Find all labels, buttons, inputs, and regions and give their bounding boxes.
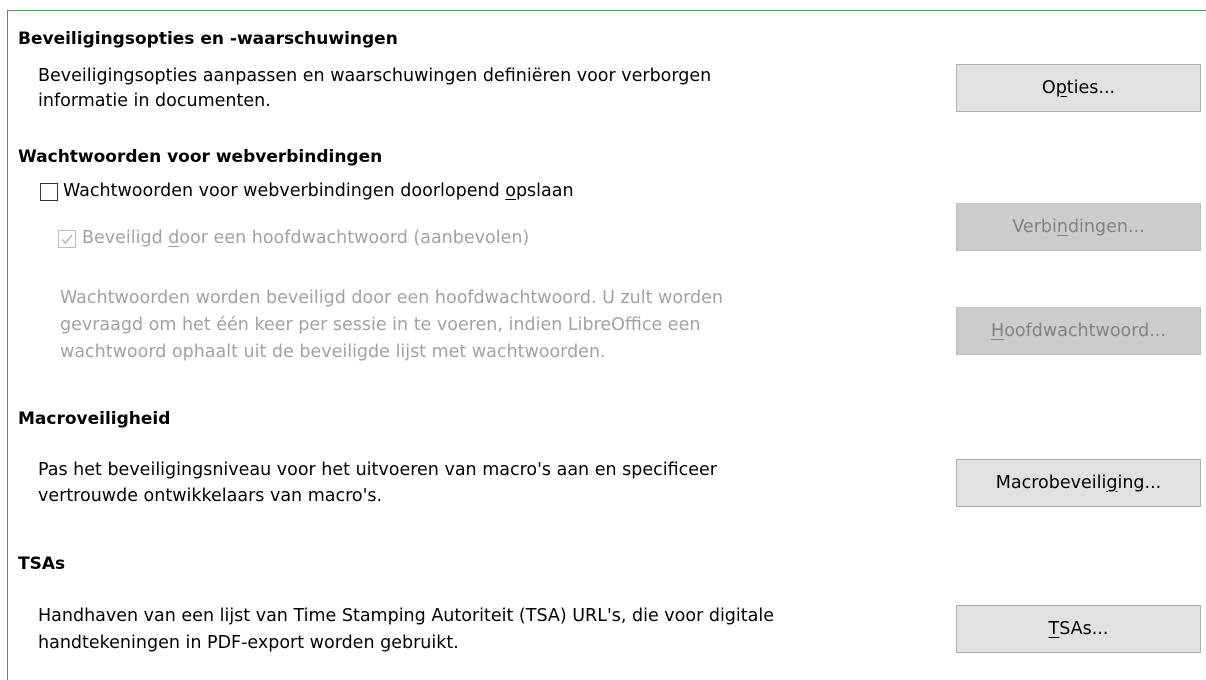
master-password-label[interactable]: Beveiligd door een hoofdwachtwoord (aanb… xyxy=(82,226,529,250)
persist-passwords-label[interactable]: Wachtwoorden voor webverbindingen doorlo… xyxy=(63,179,574,203)
security-options-description-line2: informatie in documenten. xyxy=(38,91,271,111)
connections-button[interactable]: Verbi n dingen... xyxy=(956,203,1201,251)
options-button[interactable]: Op ties... xyxy=(956,64,1201,112)
tsa-description-line1: Handhaven van een lijst van Time Stampin… xyxy=(38,606,774,626)
macro-security-description-line2: vertrouwde ontwikkelaars van macro's. xyxy=(38,486,383,506)
persist-passwords-checkbox[interactable] xyxy=(40,183,58,201)
master-password-note-line2: gevraagd om het één keer per sessie in t… xyxy=(60,315,701,335)
macro-security-description-line1: Pas het beveiligingsniveau voor het uitv… xyxy=(38,460,717,480)
master-password-button[interactable]: Hoofdwachtwoord... xyxy=(956,307,1201,355)
security-options-heading: Beveiligingsopties en -waarschuwingen xyxy=(18,29,398,49)
tsa-description-line2: handtekeningen in PDF-export worden gebr… xyxy=(38,633,459,653)
web-passwords-heading: Wachtwoorden voor webverbindingen xyxy=(18,147,383,167)
macro-security-button[interactable]: Macrobeveili g ing... xyxy=(956,459,1201,507)
tsas-button[interactable]: T SAs... xyxy=(956,605,1201,653)
tsa-heading: TSAs xyxy=(18,554,66,574)
security-options-description-line1: Beveiligingsopties aanpassen en waarschu… xyxy=(38,66,712,86)
checkmark-icon xyxy=(61,234,73,245)
master-password-note-line3: wachtwoord ophaalt uit de beveiligde lij… xyxy=(60,342,606,362)
master-password-checkbox[interactable] xyxy=(58,230,76,248)
macro-security-heading: Macroveiligheid xyxy=(18,409,171,429)
master-password-note-line1: Wachtwoorden worden beveiligd door een h… xyxy=(60,288,723,308)
